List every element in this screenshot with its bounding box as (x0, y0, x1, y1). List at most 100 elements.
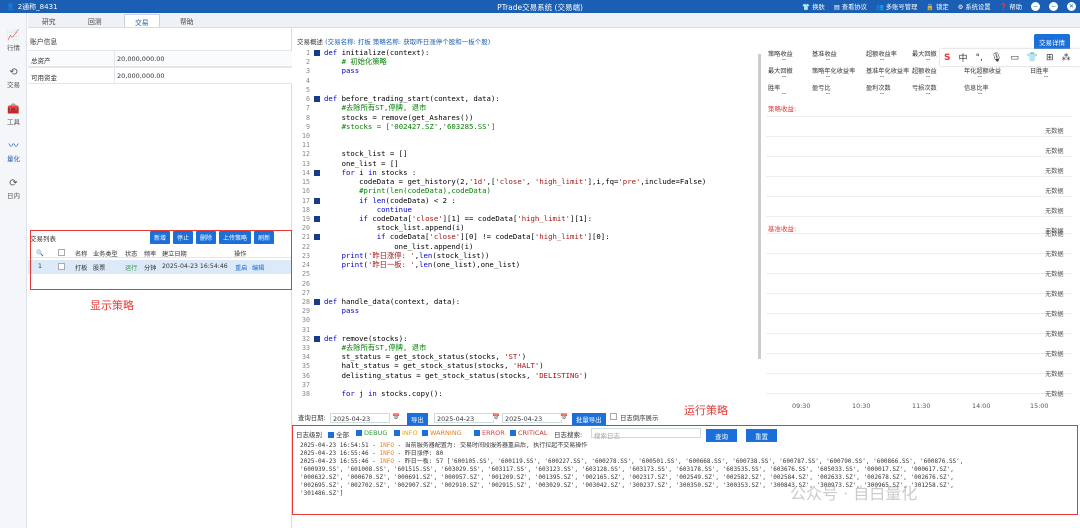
fold-toggle-icon[interactable] (314, 169, 320, 176)
toolbox-icon: 🧰 (7, 104, 20, 115)
sidebar-item-trade[interactable]: ⟲ 交易 (0, 67, 27, 89)
line-number: 26 (302, 279, 310, 288)
fold-toggle-icon[interactable] (314, 50, 320, 56)
no-data-label: 无数据 (1045, 291, 1064, 298)
reverse-order-checkbox[interactable] (610, 413, 617, 422)
line-number: 1 (306, 49, 310, 57)
line-number: 22 (302, 242, 310, 251)
fold-toggle-icon[interactable] (314, 234, 320, 241)
lock-button[interactable]: 🔒 锁定 (926, 2, 948, 11)
grid-line (766, 156, 1072, 157)
date-input-2[interactable]: 2025-04-23 (434, 413, 494, 423)
log-line: 2025-04-23 16:55:46 - INFO - 昨日涨停: 80 (300, 450, 444, 457)
log-line: '000632.SZ', '000670.SZ', '000691.SZ', '… (300, 474, 954, 481)
line-number: 7 (306, 104, 310, 113)
overview-text: (交易名称: 打板 策略名称: 获取昨日涨停个股和一板个股) (325, 38, 491, 46)
log-search-input[interactable]: 搜索日志 (591, 428, 701, 440)
no-data-label: 无数据 (1045, 168, 1064, 175)
code-line: #stocks = ['002427.SZ','603285.SS'] (341, 121, 496, 131)
sidebar-item-tools[interactable]: 🧰 工具 (0, 104, 27, 126)
restore-button[interactable]: − (1049, 2, 1058, 11)
module-tabs: 研究 回测 交易 帮助 (28, 13, 1080, 28)
fold-toggle-icon[interactable] (314, 96, 320, 103)
minimize-button[interactable]: − (1031, 2, 1040, 11)
multi-account-button[interactable]: 👥 多账号管理 (876, 2, 917, 11)
ime-lang-icon[interactable]: 中 (958, 51, 967, 64)
level-error-checkbox[interactable]: ERROR (474, 429, 505, 437)
fold-toggle-icon[interactable] (314, 197, 320, 204)
line-number: 37 (302, 380, 310, 389)
account-info-title: 账户信息 (30, 38, 58, 46)
line-number: 31 (302, 325, 310, 334)
metric-value: -- (879, 90, 885, 97)
trade-detail-button[interactable]: 交易详情 (1034, 34, 1070, 50)
code-line: codeData = get_history(2,'1d',['close', … (324, 177, 707, 187)
line-number: 13 (302, 159, 310, 168)
level-critical-checkbox[interactable]: CRITICAL (510, 429, 547, 437)
export-button[interactable]: 导出 (407, 413, 428, 425)
code-line: stock_list.append(i) (324, 223, 465, 233)
calendar-icon[interactable]: 📅 (392, 413, 400, 421)
metric-value: -- (781, 56, 787, 63)
line-number: 32 (302, 334, 310, 343)
grid-line (766, 196, 1072, 197)
ime-more-icon[interactable]: ⁂ (1062, 53, 1071, 63)
grid-line (766, 373, 1072, 374)
fold-toggle-icon[interactable] (314, 335, 320, 342)
settings-button[interactable]: ⚙ 系统设置 (958, 2, 991, 11)
calendar-icon-2[interactable]: 📅 (492, 413, 500, 421)
ime-toolbar[interactable]: S 中 °, 🎙 ▭ 👕 ⊞ ⁂ (940, 49, 1080, 66)
editor-scrollbar[interactable] (758, 54, 761, 359)
fold-toggle-icon[interactable] (314, 298, 320, 305)
level-all-checkbox[interactable]: 全部 (328, 429, 349, 439)
code-editor[interactable]: 1 2 3 4 5 6 7 8 9 10 11 12 13 14 15 16 17 18 19 20 21 22 23 24 2… (292, 48, 762, 400)
tab-trade[interactable]: 交易 (124, 14, 160, 27)
close-button[interactable]: ✕ (1067, 2, 1076, 11)
calendar-icon-3[interactable]: 📅 (560, 413, 568, 421)
sidebar-item-quotes[interactable]: 📈 行情 (0, 30, 27, 52)
tab-help[interactable]: 帮助 (180, 16, 194, 26)
query-bar: 查询日期: 2025-04-23 📅 导出 2025-04-23 📅 2025-… (298, 413, 659, 425)
date-input-3[interactable]: 2025-04-23 (502, 413, 562, 423)
log-query-button[interactable]: 查询 (706, 429, 737, 442)
ime-mic-icon[interactable]: 🎙 (991, 53, 1002, 63)
ime-keyboard-icon[interactable]: ▭ (1010, 53, 1019, 63)
log-reset-button[interactable]: 重置 (746, 429, 777, 442)
chart-line-icon: 📈 (7, 30, 20, 41)
code-line: def remove(stocks): (324, 333, 408, 343)
tab-backtest[interactable]: 回测 (88, 16, 102, 26)
help-button[interactable]: ❓ 帮助 (1000, 2, 1022, 11)
protocol-button[interactable]: ▤ 查看协议 (834, 2, 867, 11)
code-line: if codeData['close'][0] != codeData['hig… (376, 232, 610, 242)
code-line: print('昨日一板: ',len(one_list),one_list) (341, 260, 521, 270)
level-warning-checkbox[interactable]: WARNING (422, 429, 462, 437)
skin-button[interactable]: 👕 换肤 (802, 2, 824, 11)
level-debug-checkbox[interactable]: DEBUG (356, 429, 387, 437)
no-data-label: 无数据 (1045, 128, 1064, 135)
log-output: 2025-04-23 16:54:51 - INFO - 当前服务器配置为: 交… (300, 442, 1080, 498)
fold-toggle-icon[interactable] (314, 215, 320, 222)
batch-export-button[interactable]: 批量导出 (572, 413, 606, 425)
code-line: pass (341, 306, 360, 316)
ime-logo-icon[interactable]: S (944, 53, 950, 63)
no-data-label: 无数据 (1045, 148, 1064, 155)
code-line: if codeData['close'][1] == codeData['hig… (359, 213, 593, 223)
line-number: 34 (302, 353, 310, 362)
sidebar-item-quant[interactable]: 〰 量化 (0, 141, 27, 163)
strategy-highlight-box (30, 230, 292, 290)
metric-value: -- (825, 90, 831, 97)
date-from-input[interactable]: 2025-04-23 (330, 413, 390, 423)
tab-research[interactable]: 研究 (42, 16, 56, 26)
ime-punct-icon[interactable]: °, (976, 53, 983, 63)
ime-grid-icon[interactable]: ⊞ (1046, 53, 1054, 63)
ime-skin-icon[interactable]: 👕 (1027, 53, 1038, 63)
x-tick-label: 14:00 (972, 402, 991, 410)
no-data-label: 无数据 (1045, 251, 1064, 258)
code-line: one_list.append(i) (324, 241, 474, 251)
sidebar-item-intraday[interactable]: ⟳ 日内 (0, 178, 27, 200)
level-info-checkbox[interactable]: INFO (394, 429, 418, 437)
code-line: halt_status = get_stock_status(stocks, '… (324, 361, 544, 371)
x-tick-label: 11:30 (912, 402, 931, 410)
x-tick-label: 10:30 (852, 402, 871, 410)
available-cash-row: 可用资金 20,000,000.00 (28, 67, 292, 84)
